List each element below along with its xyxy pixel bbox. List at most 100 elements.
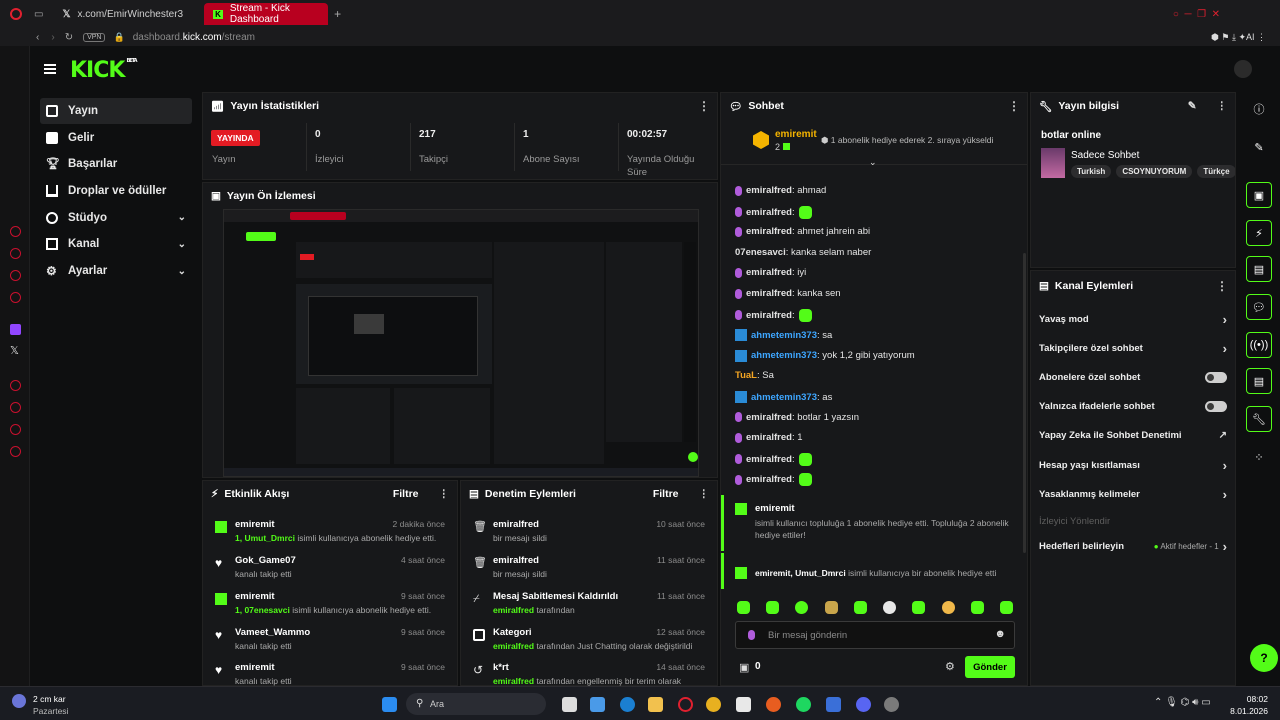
filter-button[interactable]: Filtre (653, 488, 679, 500)
collapse-chevron-icon[interactable]: ⌄ (869, 157, 877, 168)
more-icon[interactable]: ⋮ (1216, 279, 1228, 293)
ai-moderation-row[interactable]: Yapay Zeka ile Sohbet Denetimi ↗ (1031, 421, 1235, 450)
sidebar-item-ayarlar[interactable]: ⚙ Ayarlar ⌄ (40, 258, 192, 284)
chat-message[interactable]: emiralfred: (735, 205, 812, 219)
chat-input[interactable]: Bir mesaj gönderin ☻ (735, 621, 1015, 649)
moderation-item[interactable]: 🗑︎ emiralfred 11 saat önce bir mesajı sildi (461, 551, 717, 587)
activity-item[interactable]: emiremit 2 dakika önce 1, Umut_Dmrci isiml… (203, 515, 457, 551)
activity-item[interactable]: ♥ Gok_Game07 4 saat önce kanalı takip etti (203, 551, 457, 587)
chat-username[interactable]: emiralfred (746, 310, 792, 321)
sidebar-app-icon[interactable] (10, 292, 21, 303)
subscribers-only-toggle[interactable] (1205, 372, 1227, 383)
chat-scrollbar[interactable] (1023, 253, 1026, 553)
sidebar-app-icon[interactable] (10, 446, 21, 457)
tab-kick[interactable]: K Stream - Kick Dashboard (204, 3, 329, 25)
app-icon[interactable] (590, 697, 605, 712)
chat-message[interactable]: TuaL: Sa (735, 370, 774, 381)
slow-mode-row[interactable]: Yavaş mod › (1031, 305, 1235, 334)
filter-button[interactable]: Filtre (393, 488, 419, 500)
more-icon[interactable]: ⋮ (1008, 99, 1020, 113)
tag[interactable]: Turkish (1071, 165, 1112, 178)
more-icon[interactable]: ⋮ (1217, 100, 1228, 112)
chat-message[interactable]: emiralfred: 1 (735, 432, 803, 443)
activity-item[interactable]: ♥ emiremit 9 saat önce kanalı takip etti (203, 658, 457, 686)
chat-username[interactable]: ahmetemin373 (751, 392, 817, 403)
category-thumbnail[interactable] (1041, 148, 1065, 178)
emote-icon[interactable] (941, 601, 955, 614)
tag[interactable]: Türkçe (1197, 165, 1235, 178)
opera-icon[interactable] (678, 697, 693, 712)
app-icon[interactable] (766, 697, 781, 712)
more-icon[interactable]: ⋮ (439, 488, 450, 500)
file-explorer-icon[interactable] (648, 697, 663, 712)
sidebar-app-icon[interactable] (10, 424, 21, 435)
store-icon[interactable] (736, 697, 751, 712)
broadcast-icon[interactable]: ((•)) (1246, 332, 1272, 358)
chat-username[interactable]: emiralfred (746, 288, 792, 299)
vpn-badge[interactable]: VPN (83, 32, 106, 42)
new-tab-icon[interactable]: + (334, 7, 341, 21)
emotes-only-toggle[interactable] (1205, 401, 1227, 412)
discord-icon[interactable] (856, 697, 871, 712)
account-age-row[interactable]: Hesap yaşı kısıtlaması › (1031, 451, 1235, 480)
clipboard-icon[interactable]: ▤ (1246, 256, 1272, 282)
forward-icon[interactable]: › (51, 32, 54, 43)
emotes-only-row[interactable]: Yalnızca ifadelerle sohbet (1031, 392, 1235, 421)
chat-username[interactable]: emiralfred (746, 474, 792, 485)
chat-message[interactable]: emiralfred: ahmad (735, 185, 826, 196)
emote-icon[interactable] (824, 601, 838, 614)
sidebar-item-gelir[interactable]: Gelir (40, 125, 192, 151)
chat-username[interactable]: ahmetemin373 (751, 330, 817, 341)
taskbar-search[interactable]: ⚲ Ara (406, 693, 546, 715)
preview-toggle-icon[interactable]: ▣ (1246, 182, 1272, 208)
chat-username[interactable]: ahmetemin373 (751, 350, 817, 361)
chat-username[interactable]: 07enesavci (735, 247, 786, 258)
emote-icon[interactable] (912, 601, 926, 614)
chat-message[interactable]: emiralfred: iyi (735, 267, 806, 278)
kick-logo[interactable]: KICK BETA (70, 58, 138, 83)
emote-icon[interactable] (999, 601, 1013, 614)
send-button[interactable]: Gönder (965, 656, 1015, 678)
emote-icon[interactable] (853, 601, 867, 614)
chat-username[interactable]: emiralfred (746, 412, 792, 423)
emote-icon[interactable] (766, 601, 780, 614)
sidebar-app-icon[interactable] (10, 248, 21, 259)
moderation-item[interactable]: ⌿ Mesaj Sabitlemesi Kaldırıldı 11 saat önc… (461, 587, 717, 623)
chat-icon[interactable]: 💬︎ (1246, 294, 1272, 320)
sidebar-item-kanal[interactable]: Kanal ⌄ (40, 231, 192, 257)
chat-message[interactable]: emiralfred: (735, 308, 812, 322)
goals-row[interactable]: Hedefleri belirleyin ● Aktif hedefler - 1… (1031, 532, 1235, 561)
support-icon[interactable]: ? (1250, 644, 1278, 672)
chat-message[interactable]: ahmetemin373: yok 1,2 gibi yatıyorum (735, 349, 915, 362)
moderation-item[interactable]: Kategori 12 saat önce emiralfred tarafında… (461, 623, 717, 659)
emote-icon[interactable] (883, 601, 897, 614)
sidebar-app-icon[interactable] (10, 380, 21, 391)
app-icon[interactable] (884, 697, 899, 712)
activity-item[interactable]: emiremit 9 saat önce 1, 07enesavci isimli … (203, 587, 457, 623)
edit-icon[interactable]: ✎ (1188, 100, 1197, 112)
chat-message[interactable]: ahmetemin373: as (735, 391, 832, 403)
activity-item[interactable]: ♥ Vameet_Wammo 9 saat önce kanalı takip ett… (203, 623, 457, 659)
channel-icon[interactable]: ▤ (1246, 368, 1272, 394)
chat-username[interactable]: emiralfred (746, 207, 792, 218)
subscribers-only-row[interactable]: Abonelere özel sohbet (1031, 363, 1235, 392)
sidebar-app-icon[interactable] (10, 270, 21, 281)
edge-icon[interactable] (620, 697, 635, 712)
edit-icon[interactable]: ✎ (1246, 134, 1272, 160)
system-tray[interactable]: ⌃ 🎙︎ ⌬ 🔊︎ ▭ (1154, 697, 1211, 708)
chat-message[interactable]: 07enesavci: kanka selam naber (735, 247, 871, 258)
tab-list-icon[interactable]: ▭ (34, 9, 43, 20)
chat-username[interactable]: emiralfred (746, 226, 792, 237)
menu-icon[interactable] (44, 64, 56, 74)
twitch-icon[interactable] (10, 324, 21, 335)
emoji-icon[interactable]: ☻ (994, 628, 1006, 640)
app-icon[interactable] (826, 697, 841, 712)
windows-start-icon[interactable] (382, 697, 397, 712)
chat-message[interactable]: emiralfred: kanka sen (735, 288, 841, 299)
moderation-item[interactable]: 🗑︎ emiralfred 10 saat önce bir mesajı sildi (461, 515, 717, 551)
x-icon[interactable]: 𝕏 (10, 344, 19, 357)
wrench-icon[interactable]: 🔧︎ (1246, 406, 1272, 432)
avatar[interactable] (1234, 60, 1252, 78)
bolt-icon[interactable]: ⚡︎ (1246, 220, 1272, 246)
chat-message[interactable]: emiralfred: ahmet jahrein abi (735, 226, 870, 237)
